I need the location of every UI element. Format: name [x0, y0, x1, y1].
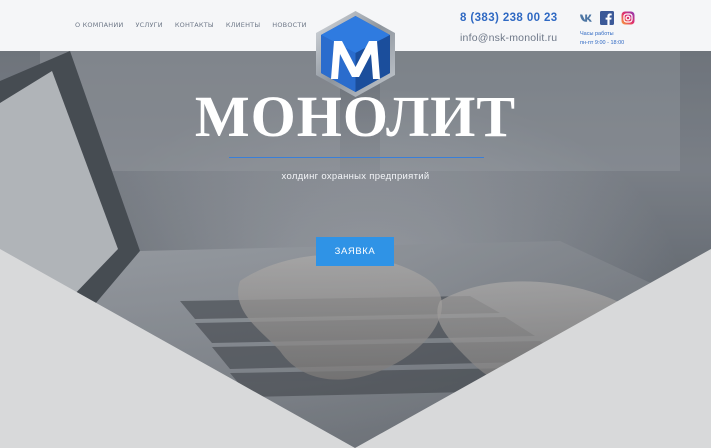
email-link[interactable]: info@nsk-monolit.ru — [460, 32, 557, 44]
social-links — [579, 11, 635, 25]
hours-label: Часы работы — [580, 31, 614, 37]
nav-item-clients[interactable]: КЛИЕНТЫ — [226, 21, 260, 29]
hero-subtitle: холдинг охранных предприятий — [281, 171, 430, 182]
instagram-icon[interactable] — [621, 11, 635, 25]
nav-item-services[interactable]: УСЛУГИ — [135, 21, 162, 29]
request-button[interactable]: ЗАЯВКА — [316, 237, 394, 266]
main-nav: О КОМПАНИИ УСЛУГИ КОНТАКТЫ КЛИЕНТЫ НОВОС… — [75, 21, 307, 29]
working-hours: пн-пт 9:00 - 18:00 — [580, 40, 625, 46]
phone-number[interactable]: 8 (383) 238 00 23 — [460, 12, 558, 24]
nav-item-news[interactable]: НОВОСТИ — [272, 21, 306, 29]
monolit-cube-logo[interactable] — [314, 9, 397, 99]
nav-item-contacts[interactable]: КОНТАКТЫ — [175, 21, 214, 29]
facebook-icon[interactable] — [600, 11, 614, 25]
nav-item-about[interactable]: О КОМПАНИИ — [75, 21, 123, 29]
vk-icon[interactable] — [579, 11, 593, 25]
title-divider — [229, 157, 484, 158]
